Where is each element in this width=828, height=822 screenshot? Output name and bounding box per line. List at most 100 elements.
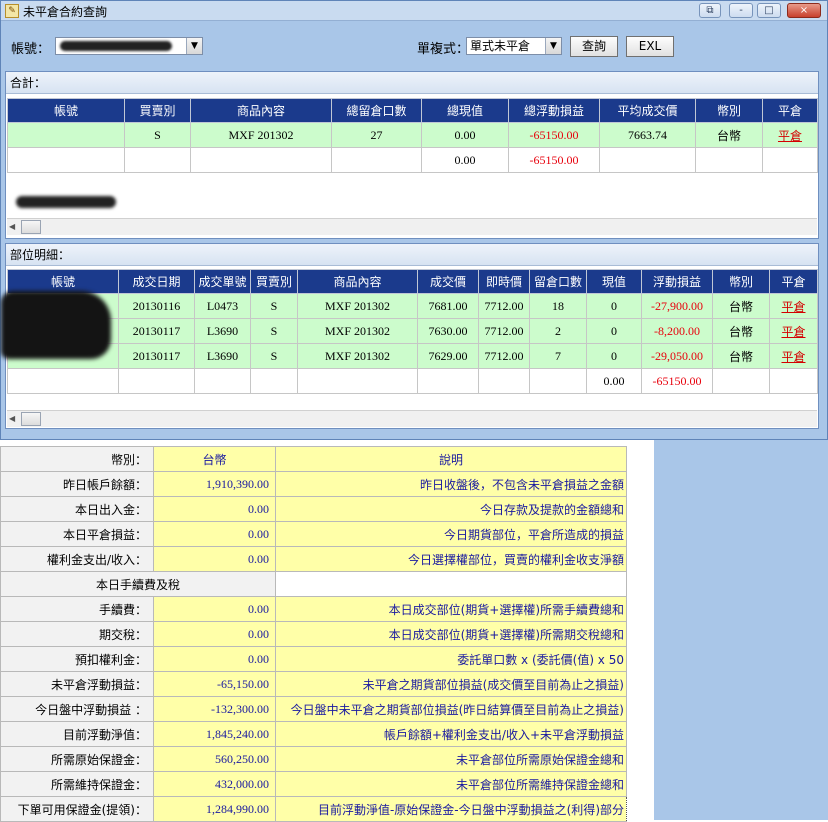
cell-price [417, 368, 479, 394]
summary-key: 本日出入金： [0, 496, 154, 522]
column-header[interactable]: 平倉 [769, 269, 818, 294]
summary-description: 本日成交部位(期貨+選擇權)所需手續費總和 [275, 596, 627, 622]
summary-value: 0.00 [153, 521, 276, 547]
cell-last: 7712.00 [478, 293, 530, 319]
column-header[interactable]: 即時價 [478, 269, 530, 294]
column-header[interactable]: 總浮動損益 [508, 98, 600, 123]
summary-value: 1,910,390.00 [153, 471, 276, 497]
cell-order: L3690 [194, 343, 251, 369]
maximize-button[interactable]: □ [757, 3, 781, 18]
cell-product: MXF 201302 [297, 343, 418, 369]
cell-account [7, 147, 125, 173]
totals-table: 帳號 買賣別 商品內容 總留倉口數 總現值 總浮動損益 平均成交價 幣別 平倉 S MXF 201… [7, 98, 818, 223]
scroll-thumb[interactable] [21, 412, 41, 426]
column-header[interactable]: 浮動損益 [641, 269, 713, 294]
column-header[interactable]: 成交單號 [194, 269, 251, 294]
column-header[interactable]: 總現值 [421, 98, 509, 123]
table-row[interactable]: 20130117 L3690 S MXF 201302 7629.00 7712.00 7 0… [7, 343, 818, 369]
cell-order [194, 368, 251, 394]
column-header[interactable]: 幣別 [695, 98, 763, 123]
empty-cell [509, 173, 600, 198]
summary-row: 本日平倉損益： 0.00 今日期貨部位，平倉所造成的損益 [0, 521, 627, 547]
table-row[interactable]: S MXF 201302 27 0.00 -65150.00 7663.74 台幣 平倉 [7, 122, 818, 148]
summary-row: 目前浮動淨值： 1,845,240.00 帳戶餘額+權利金支出/收入+未平倉浮動損益 [0, 721, 627, 747]
cell-action[interactable]: 平倉 [762, 122, 818, 148]
table-row[interactable]: 0.00 -65150.00 [7, 147, 818, 173]
table-row[interactable]: 20130116 L0473 S MXF 201302 7681.00 7712.00 18… [7, 293, 818, 319]
cell-value: 0 [586, 318, 642, 344]
app-icon: ✎ [5, 4, 19, 18]
cell-action[interactable] [762, 147, 818, 173]
table-row[interactable]: 0.00 -65150.00 [7, 368, 818, 394]
restore-icon[interactable]: ⧉ [699, 3, 721, 18]
mode-label: 單複式： [417, 42, 470, 57]
column-header[interactable]: 成交價 [417, 269, 479, 294]
cell-action[interactable]: 平倉 [769, 343, 818, 369]
summary-value: 0.00 [153, 646, 276, 672]
cell-avg-price: 7663.74 [599, 122, 696, 148]
cell-pnl: -29,050.00 [641, 343, 713, 369]
minimize-button[interactable]: - [729, 3, 753, 18]
close-button[interactable]: × [787, 3, 821, 18]
scroll-thumb[interactable] [21, 220, 41, 234]
cell-pnl: -27,900.00 [641, 293, 713, 319]
summary-key: 未平倉浮動損益： [0, 671, 154, 697]
empty-cell [332, 173, 422, 198]
scroll-left-icon[interactable]: ◀ [9, 222, 15, 231]
cell-side: S [250, 318, 298, 344]
empty-row [8, 173, 818, 198]
cell-action[interactable]: 平倉 [769, 293, 818, 319]
summary-key: 手續費： [0, 596, 154, 622]
summary-value: 0.00 [153, 546, 276, 572]
column-header[interactable]: 留倉口數 [529, 269, 587, 294]
chevron-down-icon[interactable]: ▼ [545, 38, 561, 54]
account-select[interactable]: ▼ [55, 37, 203, 55]
summary-row: 今日盤中浮動損益 ： -132,300.00 今日盤中未平倉之期貨部位損益(昨日結算… [0, 696, 627, 722]
column-header[interactable]: 現值 [586, 269, 642, 294]
summary-key: 所需原始保證金： [0, 746, 154, 772]
summary-row: 手續費： 0.00 本日成交部位(期貨+選擇權)所需手續費總和 [0, 596, 627, 622]
summary-row: 預扣權利金： 0.00 委託單口數 x (委託價(值) x 50 [0, 646, 627, 672]
mode-select[interactable]: 單式未平倉 ▼ [466, 37, 562, 55]
column-header[interactable]: 成交日期 [118, 269, 195, 294]
summary-description: 本日成交部位(期貨+選擇權)所需期交稅總和 [275, 621, 627, 647]
section-title: 本日手續費及稅 [0, 571, 276, 597]
summary-key: 下單可用保證金(提領)： [0, 796, 154, 822]
column-header[interactable]: 買賣別 [124, 98, 191, 123]
empty-cell [696, 173, 763, 198]
chevron-down-icon[interactable]: ▼ [186, 38, 202, 54]
cell-product: MXF 201302 [297, 293, 418, 319]
detail-horizontal-scrollbar[interactable]: ◀ [7, 410, 817, 427]
cell-action[interactable]: 平倉 [769, 318, 818, 344]
column-header[interactable]: 平均成交價 [599, 98, 696, 123]
window-title: 未平倉合約查詢 [23, 5, 108, 19]
cell-action[interactable] [769, 368, 818, 394]
cell-pnl: -8,200.00 [641, 318, 713, 344]
column-header[interactable]: 總留倉口數 [331, 98, 422, 123]
column-header[interactable]: 商品內容 [190, 98, 332, 123]
scroll-left-icon[interactable]: ◀ [9, 414, 15, 423]
column-header[interactable]: 帳號 [7, 98, 125, 123]
column-header[interactable]: 幣別 [712, 269, 770, 294]
excel-button[interactable]: EXL [626, 36, 674, 57]
column-header[interactable]: 平倉 [762, 98, 818, 123]
cell-last [478, 368, 530, 394]
summary-table: 幣別： 台幣 說明 昨日帳戶餘額： 1,910,390.00 昨日收盤後，不包含未平倉損益… [0, 446, 627, 822]
column-header[interactable]: 買賣別 [250, 269, 298, 294]
cell-last: 7712.00 [478, 318, 530, 344]
title-bar: ✎ 未平倉合約查詢 ⧉ - □ × [1, 1, 827, 21]
mode-select-value: 單式未平倉 [470, 39, 531, 53]
redacted-account [16, 196, 116, 208]
summary-section-row: 本日手續費及稅 [0, 571, 627, 597]
summary-row: 期交稅： 0.00 本日成交部位(期貨+選擇權)所需期交稅總和 [0, 621, 627, 647]
summary-description: 今日選擇權部位，買賣的權利金收支淨額 [275, 546, 627, 572]
query-button[interactable]: 查詢 [570, 36, 618, 57]
summary-row: 所需原始保證金： 560,250.00 未平倉部位所需原始保證金總和 [0, 746, 627, 772]
totals-horizontal-scrollbar[interactable]: ◀ [7, 218, 817, 235]
cell-side [250, 368, 298, 394]
cell-last: 7712.00 [478, 343, 530, 369]
column-header[interactable]: 商品內容 [297, 269, 418, 294]
table-row[interactable]: 20130117 L3690 S MXF 201302 7630.00 7712.00 2 0… [7, 318, 818, 344]
column-header[interactable]: 帳號 [7, 269, 119, 294]
cell-order: L3690 [194, 318, 251, 344]
